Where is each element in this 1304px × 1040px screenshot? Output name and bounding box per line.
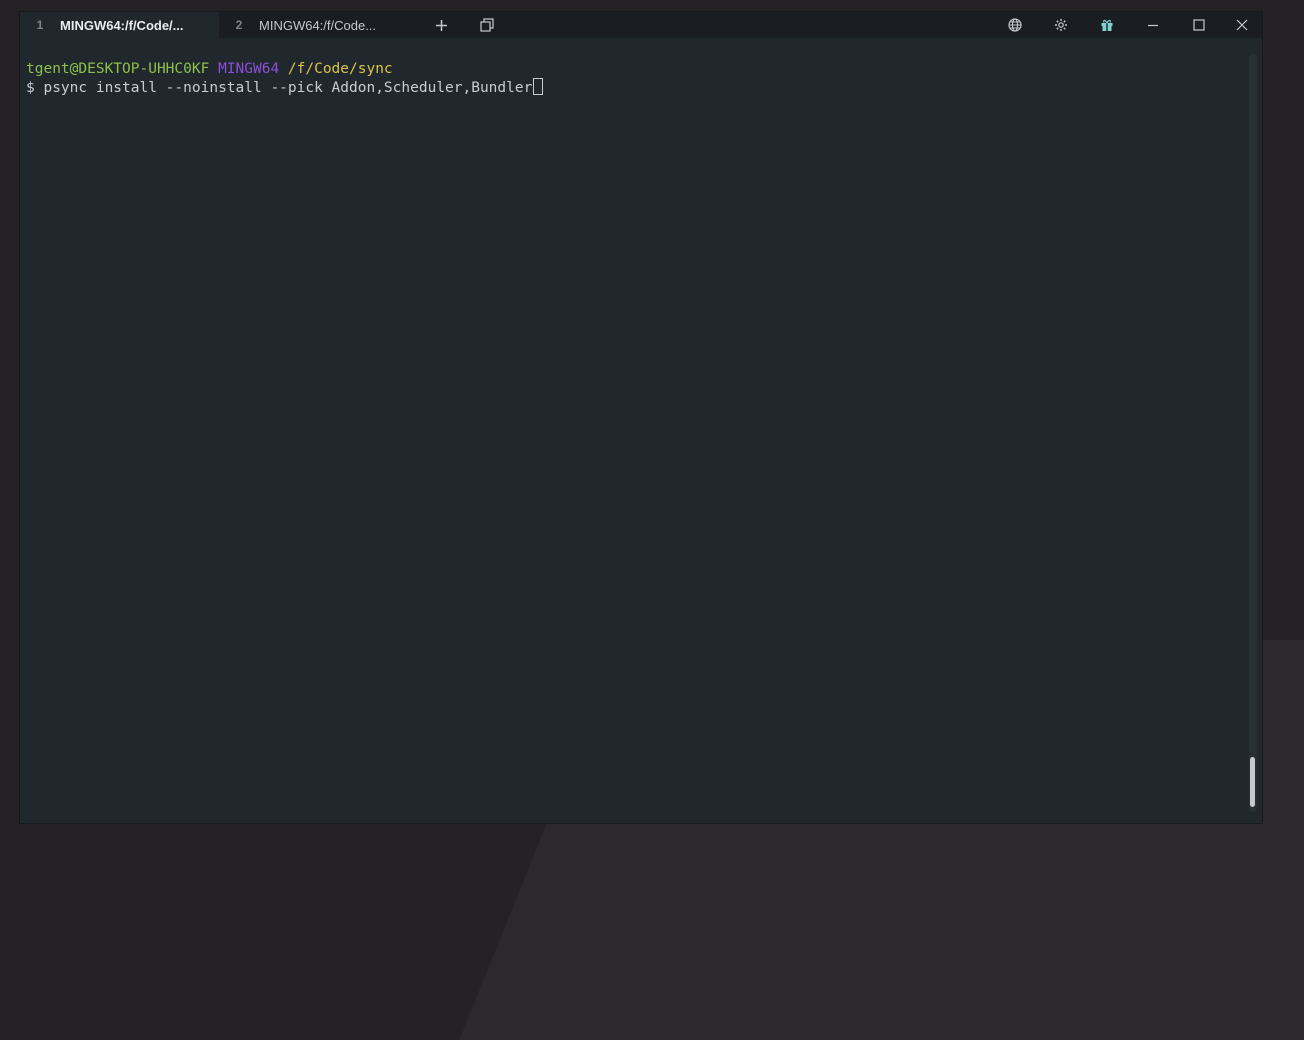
prompt-symbol: $ <box>26 80 35 96</box>
minimize-icon <box>1148 24 1158 27</box>
tab-number: 2 <box>235 18 243 32</box>
title-bar-spacer <box>510 12 992 38</box>
close-icon <box>1236 19 1248 31</box>
globe-icon <box>1008 18 1022 32</box>
title-bar: 1 MINGW64:/f/Code/... 2 MINGW64:/f/Code.… <box>20 12 1262 38</box>
prompt-user-host: tgent@DESKTOP-UHHC0KF <box>26 61 210 77</box>
gift-button[interactable] <box>1084 12 1130 38</box>
command-line: psync install --noinstall --pick Addon,S… <box>43 80 533 96</box>
settings-button[interactable] <box>1038 12 1084 38</box>
close-button[interactable] <box>1222 12 1262 38</box>
tabs-overview-button[interactable] <box>464 12 510 38</box>
maximize-icon <box>1193 19 1205 31</box>
minimize-button[interactable] <box>1130 12 1176 38</box>
terminal-output[interactable]: tgent@DESKTOP-UHHC0KF MINGW64 /f/Code/sy… <box>26 60 544 97</box>
tab-2[interactable]: 2 MINGW64:/f/Code... <box>219 12 418 38</box>
terminal-window: 1 MINGW64:/f/Code/... 2 MINGW64:/f/Code.… <box>20 12 1262 823</box>
plus-icon <box>435 19 447 31</box>
scrollbar-track[interactable] <box>1249 54 1257 812</box>
tab-1[interactable]: 1 MINGW64:/f/Code/... <box>20 12 219 38</box>
maximize-button[interactable] <box>1176 12 1222 38</box>
prompt-cwd: /f/Code/sync <box>287 61 393 77</box>
tab-title: MINGW64:/f/Code/... <box>60 17 184 33</box>
gift-icon <box>1101 19 1113 31</box>
new-tab-button[interactable] <box>418 12 464 38</box>
prompt-system: MINGW64 <box>218 61 280 77</box>
tab-number: 1 <box>36 18 44 32</box>
language-button[interactable] <box>992 12 1038 38</box>
gear-icon <box>1055 19 1067 31</box>
tab-title: MINGW64:/f/Code... <box>259 17 377 33</box>
text-cursor <box>533 78 544 95</box>
copy-icon <box>480 18 494 32</box>
scrollbar-thumb[interactable] <box>1250 757 1255 807</box>
